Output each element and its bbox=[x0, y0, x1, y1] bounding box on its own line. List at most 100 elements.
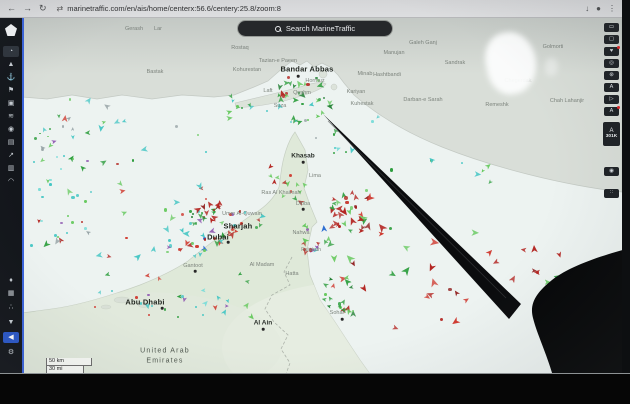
visibility-button[interactable]: ◉ bbox=[604, 167, 619, 176]
vessel-marker[interactable] bbox=[195, 245, 198, 248]
vessel-marker[interactable] bbox=[125, 237, 127, 239]
vessel-marker[interactable] bbox=[81, 221, 83, 223]
map-label-sandrak: Sandrak bbox=[445, 60, 466, 66]
vessel-marker[interactable] bbox=[205, 198, 207, 200]
forward-icon[interactable]: → bbox=[23, 4, 32, 13]
weather-icon[interactable]: ≋ bbox=[3, 111, 19, 122]
map-label-hashtbandi: Hashtbandi bbox=[373, 72, 401, 78]
announcements-icon[interactable]: ◀ bbox=[3, 332, 19, 343]
favorites-button[interactable]: ♥ bbox=[604, 47, 619, 56]
history-icon[interactable]: ◔ bbox=[3, 46, 19, 57]
vessel-marker[interactable] bbox=[84, 200, 86, 202]
map-label-gerash: Gerash bbox=[125, 26, 143, 32]
vessel-marker[interactable] bbox=[181, 295, 184, 298]
vessel-marker[interactable] bbox=[354, 205, 357, 208]
vessel-marker[interactable] bbox=[168, 239, 171, 242]
cameras-icon[interactable]: ◉ bbox=[3, 124, 19, 135]
measure-button[interactable]: A bbox=[604, 83, 619, 92]
my-location-button[interactable]: ◎ bbox=[604, 59, 619, 68]
vessel-marker[interactable] bbox=[62, 125, 64, 127]
ports-icon[interactable]: ⚓ bbox=[3, 72, 19, 83]
vessel-marker[interactable] bbox=[346, 201, 349, 204]
reload-icon[interactable]: ↻ bbox=[39, 4, 47, 13]
vessel-marker[interactable] bbox=[440, 318, 443, 321]
vessel-marker[interactable] bbox=[60, 222, 63, 225]
vessel-marker[interactable] bbox=[204, 238, 206, 240]
vessel-marker[interactable] bbox=[236, 105, 239, 108]
vessel-marker[interactable] bbox=[164, 308, 167, 311]
vessel-marker[interactable] bbox=[213, 209, 215, 211]
layers-button[interactable]: ▢ bbox=[604, 35, 619, 44]
url-field[interactable]: ⇄ marinetraffic.com/en/ais/home/centerx:… bbox=[57, 4, 281, 13]
settings-icon[interactable]: ⚙ bbox=[3, 347, 19, 358]
tags-icon[interactable]: ♦ bbox=[3, 275, 19, 286]
vessel-marker[interactable] bbox=[148, 314, 150, 316]
more-icon[interactable]: ⋮ bbox=[608, 5, 616, 13]
routes-icon[interactable]: ↗ bbox=[3, 150, 19, 161]
map-label-rostaq: Rostaq bbox=[231, 45, 248, 51]
vessel-marker[interactable] bbox=[333, 133, 335, 135]
vessel-marker[interactable] bbox=[344, 196, 348, 200]
marinetraffic-logo-icon[interactable] bbox=[3, 23, 19, 37]
vessel-marker[interactable] bbox=[49, 179, 51, 181]
vessel-marker[interactable] bbox=[132, 159, 135, 162]
vessel-marker[interactable] bbox=[323, 97, 325, 99]
vessel-marker[interactable] bbox=[301, 103, 303, 105]
playback-button[interactable]: ▷ bbox=[604, 95, 619, 104]
vessel-marker[interactable] bbox=[334, 147, 336, 149]
vessel-marker[interactable] bbox=[289, 174, 292, 177]
vessel-marker[interactable] bbox=[192, 213, 194, 215]
photos-icon[interactable]: ▣ bbox=[3, 98, 19, 109]
search-input[interactable]: Search MarineTraffic bbox=[238, 21, 392, 36]
vessel-marker[interactable] bbox=[76, 194, 79, 197]
coverage-icon[interactable]: ◠ bbox=[3, 176, 19, 187]
port-dot bbox=[194, 270, 197, 273]
vessel-marker[interactable] bbox=[315, 137, 317, 139]
vessel-marker[interactable] bbox=[197, 134, 199, 136]
fullscreen-button[interactable]: ∷ bbox=[604, 189, 619, 198]
map-label-khasab: Khasab bbox=[291, 153, 314, 160]
voyages-button[interactable]: ⊛ bbox=[604, 71, 619, 80]
vessels-icon[interactable]: ▲ bbox=[3, 59, 19, 70]
comments-button[interactable]: ▭ bbox=[604, 23, 619, 32]
vessel-marker[interactable] bbox=[203, 249, 206, 252]
map-label-qeshm: Qeshm bbox=[293, 90, 311, 96]
vessel-marker[interactable] bbox=[63, 155, 65, 157]
share-icon[interactable]: ∴ bbox=[3, 302, 19, 313]
dashboard-icon[interactable]: ▥ bbox=[3, 163, 19, 174]
vessel-marker[interactable] bbox=[49, 183, 52, 186]
vessel-marker[interactable] bbox=[390, 168, 393, 171]
vessel-marker[interactable] bbox=[365, 189, 368, 192]
vessel-marker[interactable] bbox=[33, 161, 35, 163]
map-label-kariyan: Kariyan bbox=[347, 89, 366, 95]
back-icon[interactable]: ← bbox=[7, 4, 16, 13]
vessel-marker[interactable] bbox=[67, 215, 69, 217]
download-icon[interactable]: ↓ bbox=[585, 5, 589, 13]
abu-dhabi-islands bbox=[101, 305, 111, 309]
vessel-marker[interactable] bbox=[71, 196, 74, 199]
vessel-marker[interactable] bbox=[189, 210, 191, 212]
profile-icon[interactable]: ● bbox=[596, 5, 601, 13]
site-info-icon[interactable]: ⇄ bbox=[57, 4, 64, 13]
news-icon[interactable]: ▤ bbox=[3, 137, 19, 148]
stations-icon[interactable]: ⚑ bbox=[3, 85, 19, 96]
tools-icon[interactable]: ▦ bbox=[3, 288, 19, 299]
map-label-laft: Laft bbox=[263, 88, 272, 94]
vessel-marker[interactable] bbox=[287, 76, 290, 79]
vessel-marker[interactable] bbox=[40, 220, 42, 222]
vessel-marker[interactable] bbox=[266, 110, 268, 112]
labels-toggle-button[interactable]: A bbox=[604, 107, 619, 116]
vessel-count-button[interactable]: A 301K bbox=[603, 122, 620, 146]
map-label-golmorti: Golmorti bbox=[543, 44, 564, 50]
vessel-marker[interactable] bbox=[461, 162, 463, 164]
live-map[interactable]: GerashLarRostaqBastakKohurestanTazian-e … bbox=[22, 17, 622, 374]
monitor-bezel bbox=[622, 0, 630, 404]
vessel-marker[interactable] bbox=[116, 163, 118, 165]
vessel-marker[interactable] bbox=[60, 168, 62, 170]
map-label-ras-al-khaimah: Ras Al Khaimah bbox=[261, 190, 300, 196]
notifications-icon[interactable]: ▼ bbox=[3, 317, 19, 328]
vessel-marker[interactable] bbox=[49, 128, 51, 130]
vessel-marker[interactable] bbox=[38, 188, 40, 190]
port-dot bbox=[297, 75, 300, 78]
notification-badge bbox=[617, 106, 620, 109]
